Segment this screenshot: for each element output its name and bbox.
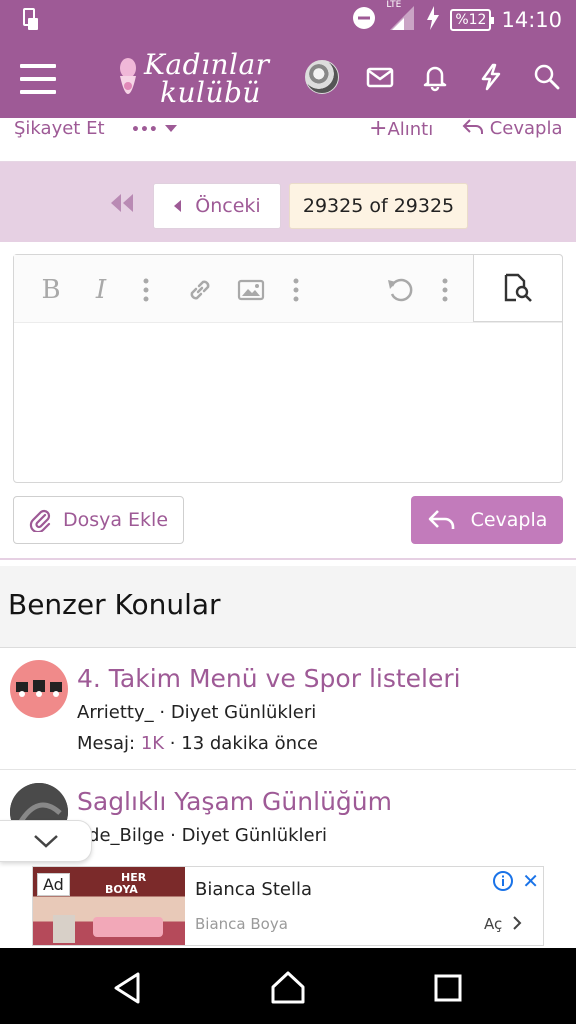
ad-open-button[interactable]: Aç xyxy=(484,915,523,933)
attach-file-label: Dosya Ekle xyxy=(62,509,169,531)
preview-button[interactable] xyxy=(473,254,563,322)
recents-icon[interactable] xyxy=(430,970,466,1006)
thread-time: 13 dakika önce xyxy=(181,733,319,754)
signal-icon: LTE xyxy=(386,0,416,36)
thread-avatar[interactable] xyxy=(10,660,68,718)
more-dots: ••• xyxy=(131,122,158,138)
collapse-ad-button[interactable] xyxy=(0,820,92,862)
quote-label: Alıntı xyxy=(387,119,434,140)
editor-toolbar: B I xyxy=(14,254,563,323)
thread-title[interactable]: Saglıklı Yaşam Günlüğüm xyxy=(77,787,392,816)
back-icon[interactable] xyxy=(110,970,146,1006)
site-logo[interactable]: Kadınlar kulübü xyxy=(114,48,274,110)
more-actions-button[interactable]: ••• xyxy=(131,118,178,141)
pagination: Önceki 29325 of 29325 xyxy=(0,162,576,242)
dnd-icon xyxy=(352,6,376,34)
italic-button[interactable]: I xyxy=(86,275,116,305)
ad-open-label: Aç xyxy=(483,915,503,933)
home-icon[interactable] xyxy=(270,970,306,1006)
link-icon[interactable] xyxy=(185,275,215,305)
report-link[interactable]: Şikayet Et xyxy=(14,118,105,140)
more-vertical-icon[interactable] xyxy=(281,275,311,305)
first-page-icon[interactable] xyxy=(108,192,136,218)
replies-label: Mesaj: xyxy=(77,733,136,754)
ad-info-icon[interactable] xyxy=(493,871,513,895)
bold-button[interactable]: B xyxy=(36,275,66,305)
undo-icon[interactable] xyxy=(385,275,415,305)
logo-line2: kulübü xyxy=(160,76,261,109)
thread-item[interactable]: 4. Takim Menü ve Spor listeleri Arrietty… xyxy=(0,648,576,770)
attach-file-button[interactable]: Dosya Ekle xyxy=(13,496,184,544)
ad-badge: Ad xyxy=(37,873,70,896)
replies-count: 1K xyxy=(140,733,165,754)
thread-stats: Mesaj: 1K · 13 dakika önce xyxy=(77,733,319,754)
thread-meta: Arrietty_ · Diyet Günlükleri xyxy=(77,702,317,723)
clock: 14:10 xyxy=(501,8,562,32)
ad-subtitle: Bianca Boya xyxy=(195,915,288,933)
thread-forum[interactable]: Diyet Günlükleri xyxy=(182,825,327,846)
system-nav-bar xyxy=(0,948,576,1024)
reply-icon xyxy=(428,510,454,529)
previous-label: Önceki xyxy=(195,195,261,217)
ad-brand-line2: BOYA xyxy=(105,883,138,896)
similar-threads-header: Benzer Konular xyxy=(0,566,576,648)
status-bar: LTE %12 14:10 xyxy=(0,0,576,40)
previous-page-button[interactable]: Önceki xyxy=(153,183,281,229)
paperclip-icon xyxy=(29,509,51,532)
battery-indicator: %12 xyxy=(450,9,495,31)
search-icon[interactable] xyxy=(532,62,562,92)
sim-icon xyxy=(22,8,40,36)
submit-reply-label: Cevapla xyxy=(470,509,548,531)
chevron-right-icon xyxy=(513,916,522,930)
similar-threads-title: Benzer Konular xyxy=(8,588,221,621)
more-vertical-icon[interactable] xyxy=(430,275,460,305)
post-actions-bar: Şikayet Et ••• +Alıntı Cevapla xyxy=(0,118,576,162)
charging-icon xyxy=(426,6,440,34)
more-vertical-icon[interactable] xyxy=(131,275,161,305)
ad-title[interactable]: Bianca Stella xyxy=(195,879,312,900)
thread-meta: ade_Bilge · Diyet Günlükleri xyxy=(77,825,328,846)
quote-button[interactable]: +Alıntı xyxy=(369,118,433,141)
app-header: Kadınlar kulübü xyxy=(0,40,576,118)
mail-icon[interactable] xyxy=(365,62,395,92)
bell-icon[interactable] xyxy=(420,62,450,92)
thread-title[interactable]: 4. Takim Menü ve Spor listeleri xyxy=(77,664,461,693)
reply-link[interactable]: Cevapla xyxy=(462,118,563,140)
avatar[interactable] xyxy=(305,60,339,94)
image-icon[interactable] xyxy=(236,275,266,305)
chevron-down-icon xyxy=(33,835,58,848)
current-page-indicator[interactable]: 29325 of 29325 xyxy=(289,183,468,229)
rich-text-editor[interactable]: B I xyxy=(13,254,563,483)
reply-link-label: Cevapla xyxy=(489,118,563,139)
thread-author[interactable]: Arrietty_ xyxy=(77,702,154,723)
reply-form: B I Dosya Ekle Cevapla xyxy=(0,242,576,560)
menu-icon[interactable] xyxy=(20,64,56,94)
thread-forum[interactable]: Diyet Günlükleri xyxy=(171,702,316,723)
network-label: LTE xyxy=(386,0,402,10)
ad-banner[interactable]: HER BOYA Ad Bianca Stella Bianca Boya Aç… xyxy=(32,866,544,946)
ad-close-icon[interactable]: ✕ xyxy=(522,869,539,893)
caret-left-icon xyxy=(174,200,182,212)
reply-icon xyxy=(462,119,483,134)
plus-icon: + xyxy=(369,116,388,141)
preview-icon xyxy=(504,273,532,302)
caret-down-icon xyxy=(164,125,177,132)
submit-reply-button[interactable]: Cevapla xyxy=(411,496,563,544)
lightning-icon[interactable] xyxy=(476,62,506,92)
